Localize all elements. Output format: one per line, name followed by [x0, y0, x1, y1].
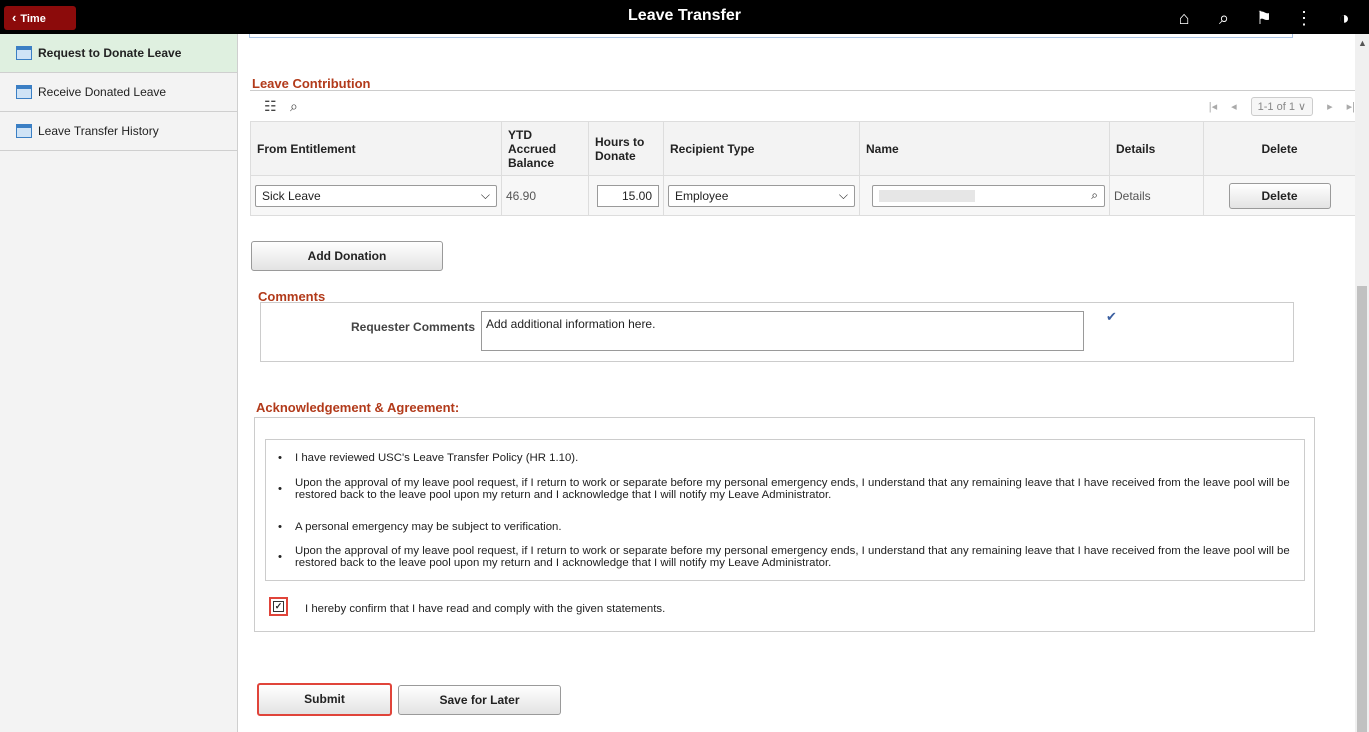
- recipient-type-select[interactable]: Employee ⌵: [668, 184, 855, 207]
- confirm-label: I hereby confirm that I have read and co…: [305, 603, 666, 615]
- page-icon: [16, 124, 32, 138]
- grid-toolbar: ☷ ⌕ |◂ ◂ 1-1 of 1 ∨ ▸ ▸|: [250, 91, 1355, 121]
- find-icon[interactable]: ⌕: [290, 98, 298, 115]
- ytd-balance-value: 46.90: [506, 188, 537, 203]
- details-link[interactable]: Details: [1114, 189, 1151, 203]
- ack-item-text: A personal emergency may be subject to v…: [295, 521, 562, 533]
- lookup-icon[interactable]: ⌕: [1091, 188, 1098, 203]
- col-delete: Delete: [1203, 121, 1355, 176]
- col-ytd-balance[interactable]: YTD Accrued Balance: [501, 121, 589, 176]
- contribution-table: From Entitlement YTD Accrued Balance Hou…: [250, 121, 1355, 216]
- leave-contribution-title: Leave Contribution: [252, 76, 371, 91]
- ack-item-text: Upon the approval of my leave pool reque…: [295, 477, 1290, 501]
- page-select[interactable]: 1-1 of 1 ∨: [1250, 97, 1314, 116]
- submit-button[interactable]: Submit: [257, 683, 392, 716]
- page-icon: [16, 46, 32, 60]
- sidebar-item-label: Request to Donate Leave: [38, 46, 182, 60]
- from-entitlement-select[interactable]: Sick Leave ⌵: [255, 184, 497, 207]
- add-donation-button[interactable]: Add Donation: [251, 241, 443, 271]
- recipient-type-value: Employee: [675, 188, 729, 203]
- grid-pager: |◂ ◂ 1-1 of 1 ∨ ▸ ▸|: [1209, 97, 1355, 116]
- chevron-left-icon: ‹: [12, 10, 17, 25]
- hours-to-donate-input[interactable]: 15.00: [597, 184, 659, 207]
- col-hours-to-donate[interactable]: Hours to Donate: [588, 121, 664, 176]
- name-lookup-input[interactable]: ⌕: [872, 184, 1105, 207]
- table-row: Sick Leave ⌵ 46.90 15.00 Employee ⌵ ⌕ De…: [250, 175, 1355, 216]
- acknowledgement-title: Acknowledgement & Agreement:: [256, 400, 460, 415]
- list-item: • Upon the approval of my leave pool requ…: [278, 545, 1305, 569]
- acknowledgement-box: • I have reviewed USC's Leave Transfer Po…: [254, 417, 1315, 632]
- app-header: ‹ Time Leave Transfer ⌂ ⌕ ⚑ ⋮ ◑: [0, 0, 1369, 34]
- sidebar: Request to Donate Leave Receive Donated …: [0, 34, 238, 732]
- spellcheck-icon[interactable]: ✔: [1106, 309, 1117, 325]
- scrollbar-thumb[interactable]: [1357, 286, 1367, 732]
- page-select-label: 1-1 of 1: [1257, 101, 1295, 113]
- list-item: • Upon the approval of my leave pool requ…: [278, 477, 1305, 501]
- first-page-icon[interactable]: |◂: [1209, 100, 1217, 113]
- back-button-label: Time: [20, 13, 46, 25]
- from-entitlement-value: Sick Leave: [262, 188, 321, 203]
- list-item: • I have reviewed USC's Leave Transfer Po…: [278, 452, 1305, 464]
- scroll-up-icon[interactable]: ▲: [1358, 38, 1367, 48]
- sidebar-item-receive-donated[interactable]: Receive Donated Leave: [0, 73, 237, 112]
- more-icon[interactable]: ⋮: [1293, 7, 1315, 29]
- search-icon[interactable]: ⌕: [1213, 7, 1235, 29]
- col-name[interactable]: Name: [859, 121, 1110, 176]
- sidebar-item-label: Leave Transfer History: [38, 124, 159, 138]
- col-from-entitlement[interactable]: From Entitlement: [250, 121, 502, 176]
- page-icon: [16, 85, 32, 99]
- sidebar-item-transfer-history[interactable]: Leave Transfer History: [0, 112, 237, 151]
- previous-page-icon[interactable]: ◂: [1231, 100, 1237, 113]
- requester-comments-textarea[interactable]: Add additional information here.: [481, 311, 1084, 351]
- requester-comments-label: Requester Comments: [351, 320, 476, 334]
- chevron-down-icon: ⌵: [838, 188, 848, 202]
- vertical-scrollbar[interactable]: ▲: [1355, 34, 1369, 732]
- redacted-name: [879, 189, 975, 202]
- comments-box: Requester Comments Add additional inform…: [260, 302, 1294, 362]
- leave-contribution-grid: ☷ ⌕ |◂ ◂ 1-1 of 1 ∨ ▸ ▸| From Entitlemen…: [250, 90, 1355, 255]
- home-icon[interactable]: ⌂: [1173, 7, 1195, 29]
- save-for-later-button[interactable]: Save for Later: [398, 685, 561, 715]
- table-header-row: From Entitlement YTD Accrued Balance Hou…: [250, 121, 1355, 176]
- sidebar-item-label: Receive Donated Leave: [38, 85, 167, 99]
- col-details: Details: [1109, 121, 1204, 176]
- ack-item-text: Upon the approval of my leave pool reque…: [295, 545, 1290, 569]
- previous-section-border: [249, 34, 1293, 38]
- personalize-icon[interactable]: ☷: [264, 98, 277, 115]
- chevron-down-icon: ⌵: [480, 188, 490, 202]
- ack-item-text: I have reviewed USC's Leave Transfer Pol…: [295, 452, 579, 464]
- delete-button[interactable]: Delete: [1228, 182, 1331, 209]
- last-page-icon[interactable]: ▸|: [1347, 100, 1355, 113]
- list-item: • A personal emergency may be subject to …: [278, 521, 1305, 533]
- sidebar-item-request-to-donate[interactable]: Request to Donate Leave: [0, 34, 237, 73]
- back-button[interactable]: ‹ Time: [4, 6, 76, 30]
- acknowledgement-list: • I have reviewed USC's Leave Transfer Po…: [265, 439, 1305, 581]
- next-page-icon[interactable]: ▸: [1327, 100, 1333, 113]
- main-content: Leave Contribution ☷ ⌕ |◂ ◂ 1-1 of 1 ∨ ▸…: [239, 34, 1355, 732]
- col-recipient-type[interactable]: Recipient Type: [663, 121, 860, 176]
- navbar-icon[interactable]: ◑: [1333, 7, 1355, 29]
- confirm-checkbox[interactable]: ✓: [269, 597, 288, 616]
- flag-icon[interactable]: ⚑: [1253, 7, 1275, 29]
- checkmark-icon: ✓: [273, 601, 284, 612]
- page-title: Leave Transfer: [628, 7, 741, 24]
